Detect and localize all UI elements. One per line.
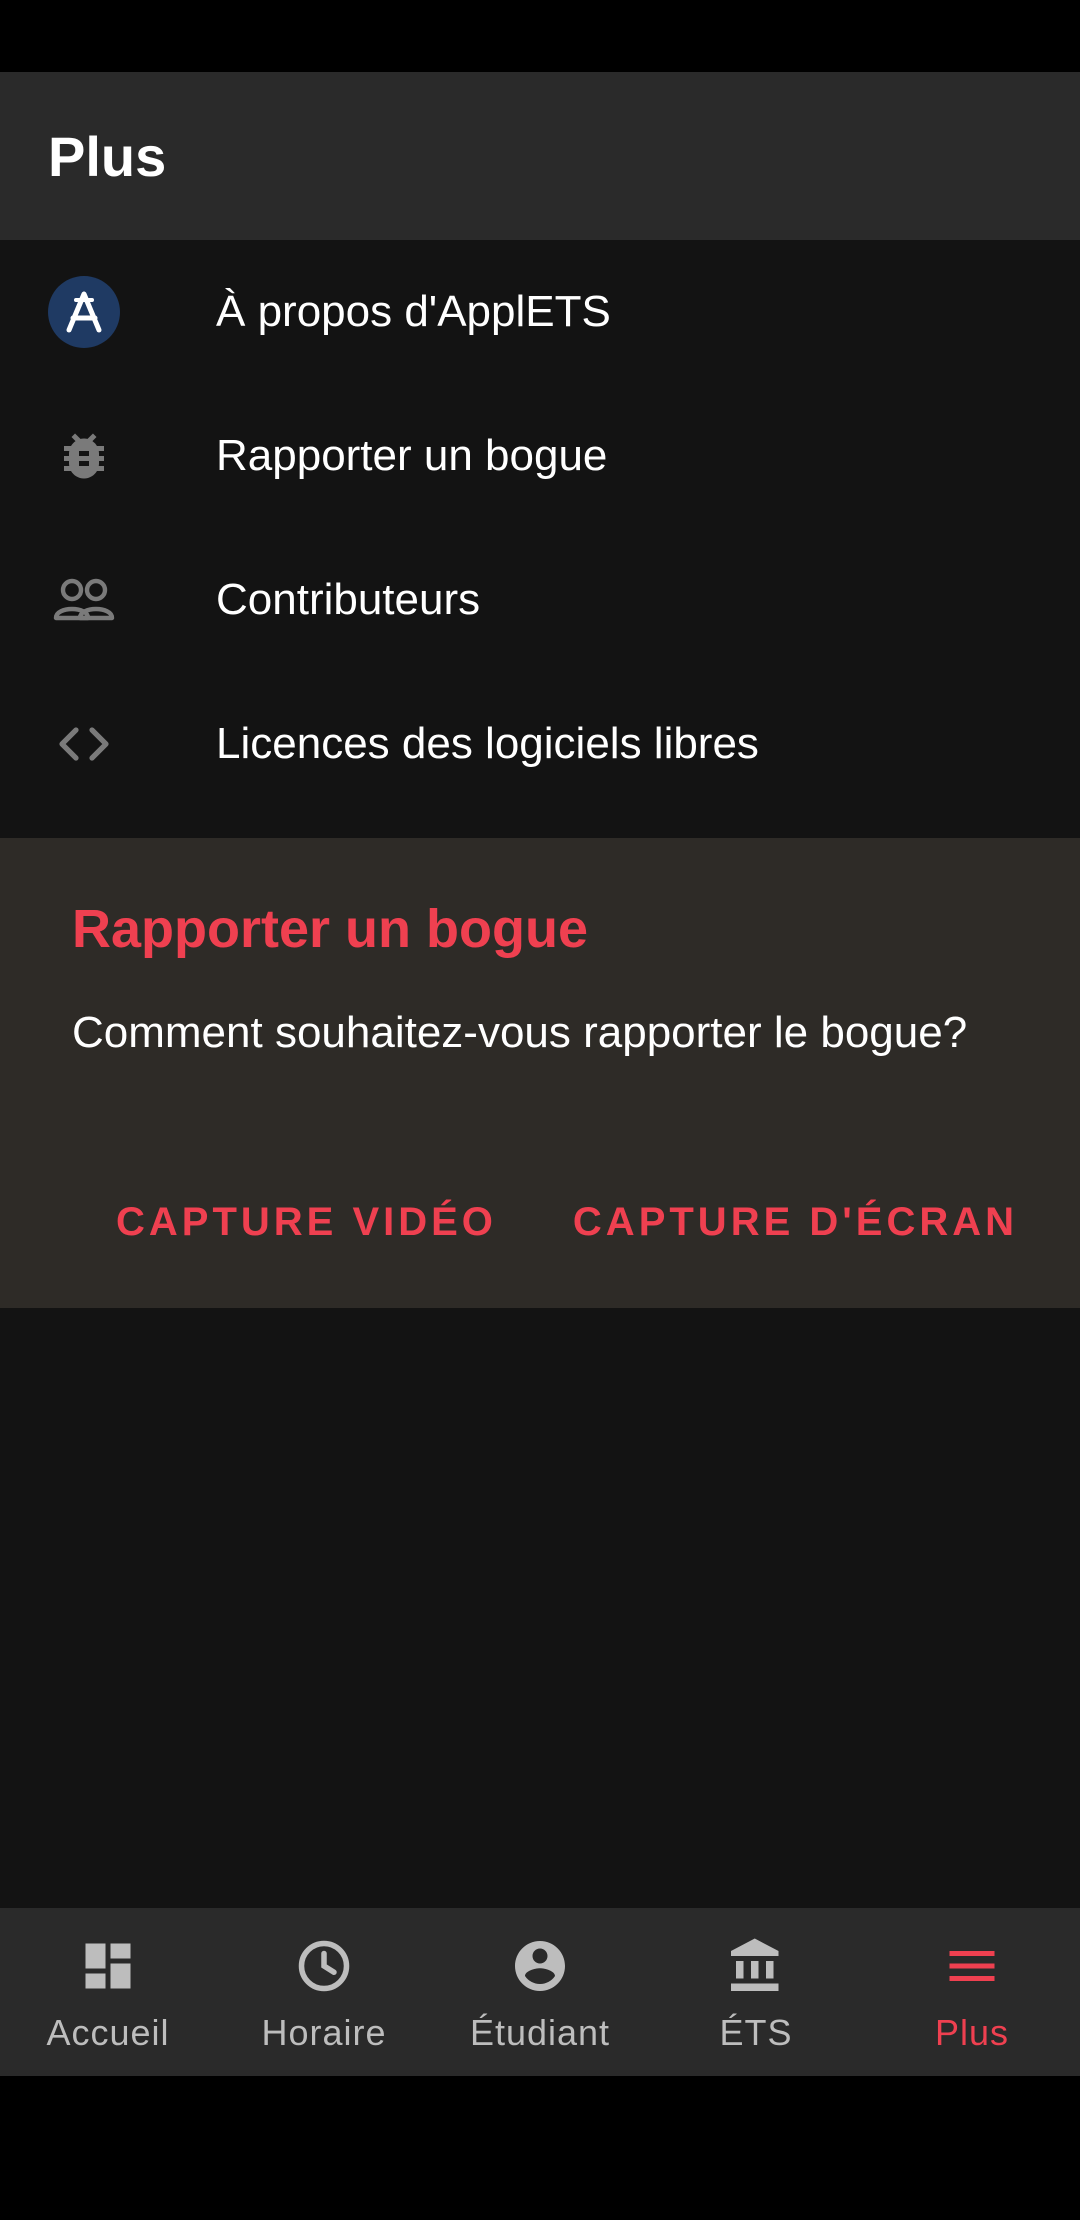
bug-icon [48,420,120,492]
menu-item-label: Rapporter un bogue [216,431,608,480]
nav-item-accueil[interactable]: Accueil [0,1908,216,2076]
menu-item-contributors[interactable]: Contributeurs [0,528,1080,672]
institution-icon [731,1938,779,1991]
screenshot-capture-button[interactable]: CAPTURE D'ÉCRAN [573,1200,1018,1245]
nav-label: Étudiant [469,2012,611,2053]
menu-item-label: À propos d'ApplETS [216,287,611,336]
account-circle-icon [515,1941,565,1991]
screen: Plus À propos d'ApplETS Rapporter un bog… [0,0,1080,2220]
status-bar [0,0,1080,72]
dialog-actions: CAPTURE VIDÉO CAPTURE D'ÉCRAN [116,1200,1018,1245]
app-bar: Plus [0,72,1080,240]
dialog-title: Rapporter un bogue [72,899,588,959]
menu-icon [949,1951,995,1981]
nav-item-horaire[interactable]: Horaire [216,1908,432,2076]
nav-item-ets[interactable]: ÉTS [648,1908,864,2076]
nav-item-plus[interactable]: Plus [864,1908,1080,2076]
menu-item-licenses[interactable]: Licences des logiciels libres [0,672,1080,816]
system-navigation-bar [0,2076,1080,2220]
nav-label: Accueil [46,2012,170,2053]
bottom-navigation: Accueil Horaire Étudiant ÉTS Plus [0,1908,1080,2076]
nav-label: Plus [934,2012,1010,2053]
nav-label: Horaire [261,2012,387,2053]
menu-list: À propos d'ApplETS Rapporter un bogue Co… [0,240,1080,816]
dashboard-icon [85,1943,131,1989]
nav-label: ÉTS [719,2012,793,2053]
applets-logo-icon [48,276,120,348]
video-capture-button[interactable]: CAPTURE VIDÉO [116,1200,497,1245]
people-icon [48,564,120,636]
clock-icon [298,1940,350,1992]
menu-item-label: Licences des logiciels libres [216,719,759,768]
menu-item-label: Contributeurs [216,575,481,624]
menu-item-report-bug[interactable]: Rapporter un bogue [0,384,1080,528]
code-icon [48,708,120,780]
content-area: À propos d'ApplETS Rapporter un bogue Co… [0,240,1080,1908]
nav-item-etudiant[interactable]: Étudiant [432,1908,648,2076]
dialog-message: Comment souhaitez-vous rapporter le bogu… [72,1008,968,1057]
report-bug-dialog: Rapporter un bogue Comment souhaitez-vou… [0,838,1080,1308]
menu-item-about[interactable]: À propos d'ApplETS [0,240,1080,384]
page-title: Plus [48,124,167,188]
